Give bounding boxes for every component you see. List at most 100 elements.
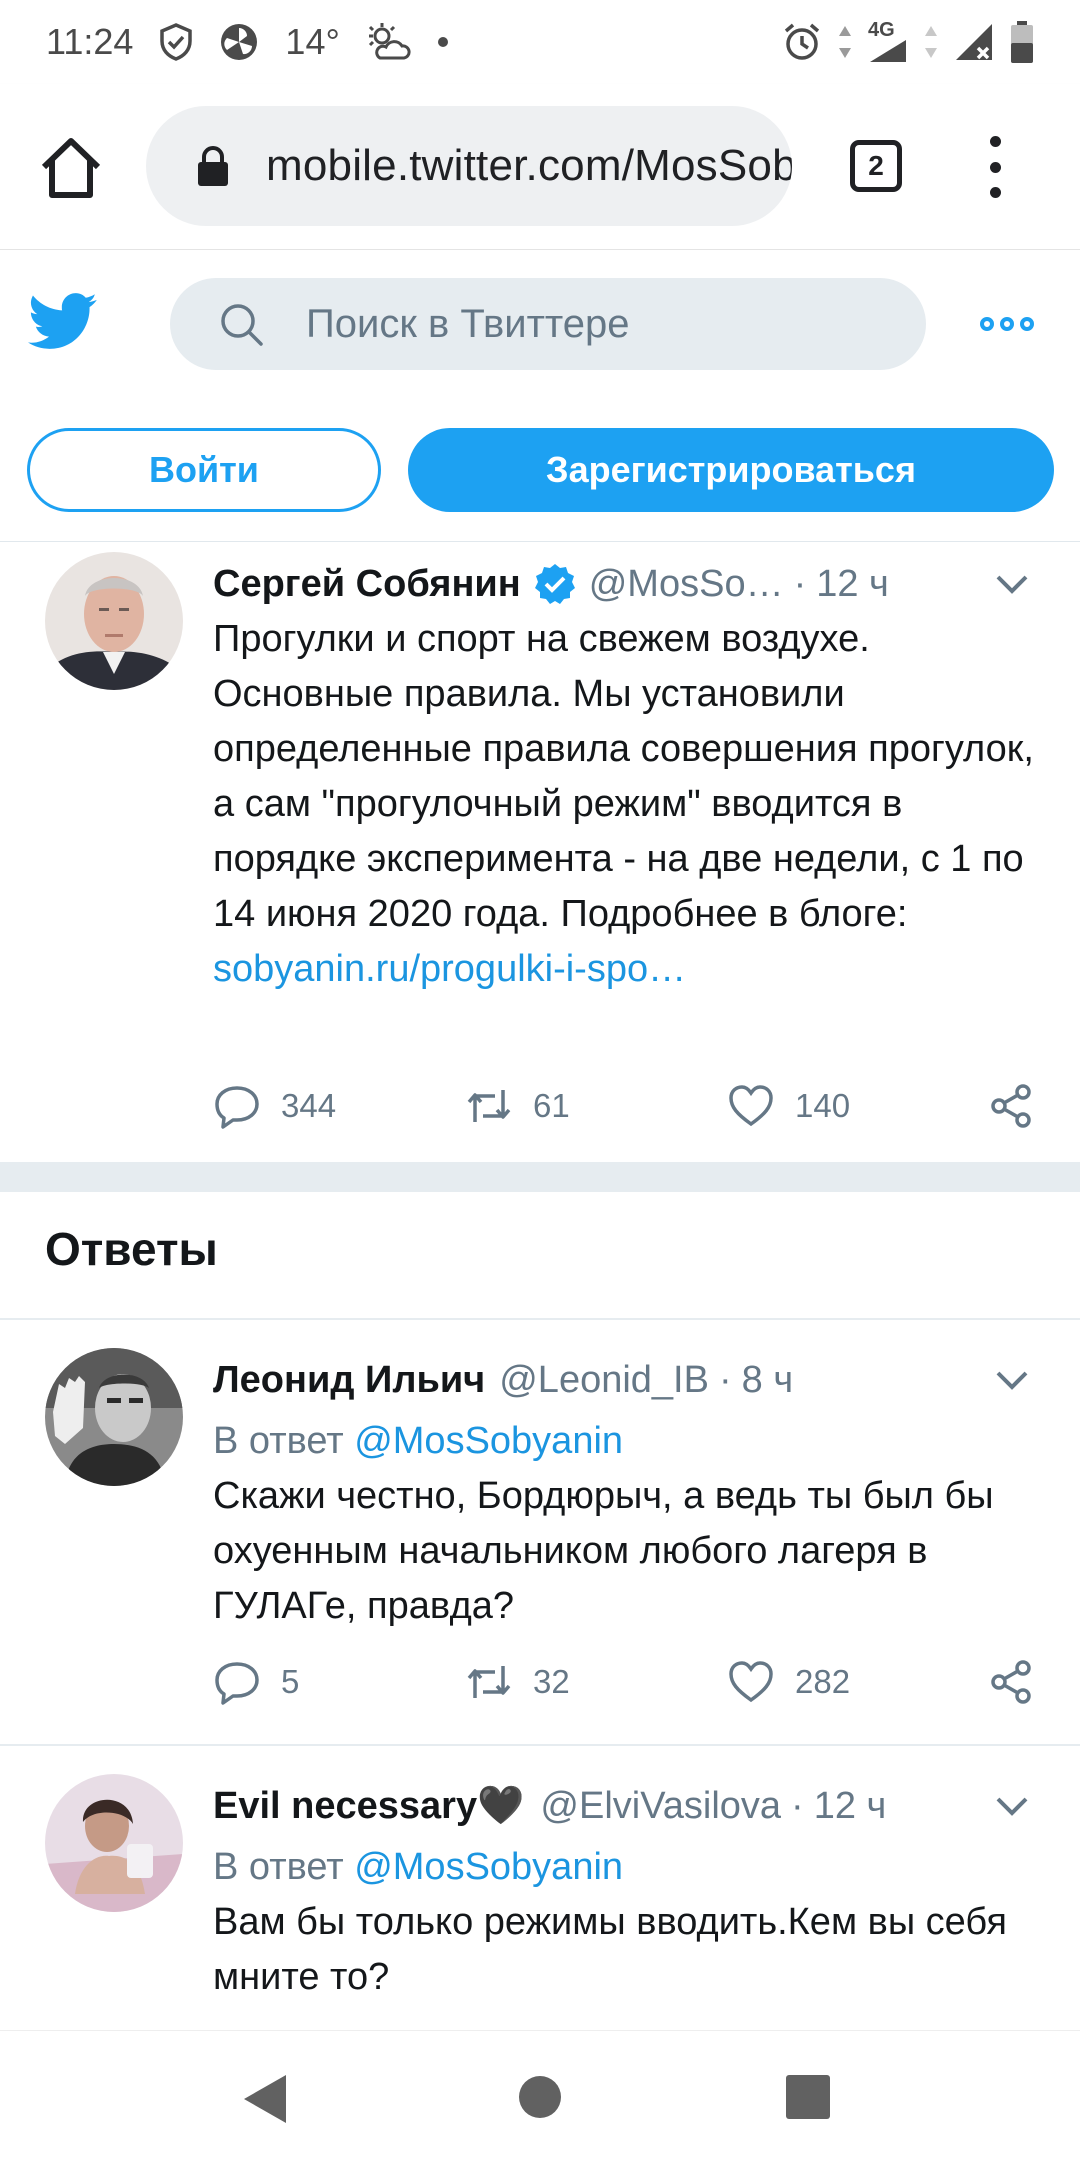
reply-tweet[interactable]: Evil necessary 🖤 @ElviVasilova · 12 ч В … [0, 1774, 1080, 2024]
share-action[interactable] [987, 1658, 1035, 1706]
signup-button[interactable]: Зарегистрироваться [408, 428, 1054, 512]
reply-count: 5 [281, 1663, 300, 1700]
section-divider [0, 1162, 1080, 1192]
chevron-down-icon[interactable] [994, 1794, 1030, 1818]
more-dot-icon [1000, 317, 1014, 331]
like-action[interactable]: 282 [727, 1658, 850, 1706]
like-count: 140 [795, 1087, 851, 1124]
status-bar: 11:24 14° 4G [0, 0, 1080, 84]
author-name[interactable]: Evil necessary [213, 1785, 477, 1828]
black-heart-emoji-icon: 🖤 [477, 1785, 525, 1827]
retweet-action[interactable]: 61 [465, 1082, 570, 1130]
chevron-down-icon[interactable] [994, 572, 1030, 596]
heart-icon [729, 1085, 773, 1127]
tweet-text: Прогулки и спорт на свежем воздухе. Осно… [213, 612, 1040, 997]
reply-tweet[interactable]: Леонид Ильич @Leonid_IB · 8 ч В ответ @M… [0, 1348, 1080, 1748]
tweet-header: Сергей Собянин @MosSo… · 12 ч [213, 556, 1040, 612]
battery-icon [1010, 21, 1034, 63]
menu-dot-icon [989, 161, 1001, 173]
tweet-link[interactable]: sobyanin.ru/progulki-i-spo… [213, 948, 686, 990]
browser-menu-button[interactable] [980, 136, 1010, 198]
address-bar[interactable]: mobile.twitter.com/MosSobyanin [146, 106, 792, 226]
separator-dot: · [791, 1784, 804, 1827]
menu-dot-icon [989, 136, 1001, 147]
avatar[interactable] [45, 552, 183, 690]
author-handle[interactable]: @MosSo… [589, 563, 784, 606]
reply-icon [215, 1662, 259, 1705]
search-placeholder: Поиск в Твиттере [306, 301, 630, 346]
tweet-header: Evil necessary 🖤 @ElviVasilova · 12 ч [213, 1778, 1040, 1834]
notification-dot-icon [437, 37, 448, 47]
share-icon [991, 1084, 1031, 1128]
like-action[interactable]: 140 [727, 1082, 850, 1130]
reply-prefix: В ответ [213, 1846, 355, 1888]
retweet-icon [467, 1666, 511, 1698]
more-dot-icon [1020, 317, 1034, 331]
separator-dot: · [718, 1358, 732, 1401]
tweet-text: Вам бы только режимы вводить.Кем вы себя… [213, 1901, 1007, 1998]
search-icon [221, 304, 263, 346]
avatar[interactable] [45, 1348, 183, 1486]
weather-partly-cloudy-icon [366, 22, 412, 62]
divider [0, 1744, 1080, 1746]
divider [0, 1318, 1080, 1320]
reply-action[interactable]: 5 [213, 1658, 299, 1706]
reply-context: В ответ @MosSobyanin [213, 1840, 1040, 1895]
tweet-content: Леонид Ильич @Leonid_IB · 8 ч В ответ @M… [213, 1352, 1040, 1634]
share-action[interactable] [987, 1082, 1035, 1130]
home-icon [41, 138, 101, 198]
lock-icon [198, 146, 228, 186]
shield-check-icon [159, 23, 193, 61]
main-tweet[interactable]: Сергей Собянин @MosSo… · 12 ч Прогулки и… [0, 552, 1080, 1162]
data-arrows-icon [838, 22, 852, 62]
reply-context: В ответ @MosSobyanin [213, 1414, 1040, 1469]
alarm-icon [782, 22, 822, 62]
tweet-time[interactable]: 12 ч [816, 563, 889, 606]
share-icon [991, 1660, 1031, 1704]
more-dot-icon [980, 317, 994, 331]
twitter-bird-icon[interactable] [28, 292, 98, 352]
twitter-header: Поиск в Твиттере Войти Зарегистрироватьс… [0, 250, 1080, 542]
author-name[interactable]: Леонид Ильич [213, 1359, 485, 1402]
tweet-content: Сергей Собянин @MosSo… · 12 ч Прогулки и… [213, 556, 1040, 997]
cell-signal-4g-icon: 4G [868, 20, 908, 64]
reply-prefix: В ответ [213, 1420, 355, 1462]
recents-square-icon[interactable] [786, 2075, 830, 2119]
reply-mention-link[interactable]: @MosSobyanin [354, 1420, 623, 1462]
fan-icon [219, 22, 259, 62]
browser-toolbar: mobile.twitter.com/MosSobyanin 2 [0, 84, 1080, 250]
avatar[interactable] [45, 1774, 183, 1912]
author-name[interactable]: Сергей Собянин [213, 563, 521, 606]
tweet-header: Леонид Ильич @Leonid_IB · 8 ч [213, 1352, 1040, 1408]
replies-heading: Ответы [45, 1223, 218, 1275]
tweet-actions: 344 61 140 [213, 1082, 1043, 1142]
url-text: mobile.twitter.com/MosSobyanin [266, 141, 792, 190]
more-options-button[interactable] [980, 312, 1040, 336]
tweet-text-body: Прогулки и спорт на свежем воздухе. Осно… [213, 618, 1034, 935]
retweet-count: 32 [533, 1663, 570, 1700]
reply-action[interactable]: 344 [213, 1082, 336, 1130]
login-button[interactable]: Войти [27, 428, 381, 512]
retweet-action[interactable]: 32 [465, 1658, 570, 1706]
author-handle[interactable]: @ElviVasilova [540, 1785, 781, 1828]
android-navigation-bar [0, 2030, 1080, 2160]
tweet-time[interactable]: 8 ч [742, 1359, 794, 1402]
retweet-icon [467, 1090, 511, 1122]
back-triangle-icon[interactable] [242, 2073, 288, 2125]
twitter-search-input[interactable]: Поиск в Твиттере [170, 278, 926, 370]
tweet-actions: 5 32 282 [213, 1658, 1043, 1718]
chevron-down-icon[interactable] [994, 1368, 1030, 1392]
reply-count: 344 [281, 1087, 337, 1124]
retweet-count: 61 [533, 1087, 570, 1124]
verified-badge-icon [534, 564, 575, 604]
home-button[interactable] [38, 135, 104, 201]
tab-switcher-button[interactable]: 2 [850, 140, 902, 192]
cell-signal-no-data-icon [954, 22, 994, 62]
home-circle-icon[interactable] [518, 2075, 562, 2119]
reply-mention-link[interactable]: @MosSobyanin [354, 1846, 623, 1888]
tweet-text: Скажи честно, Бордюрыч, а ведь ты был бы… [213, 1475, 994, 1627]
tweet-time[interactable]: 12 ч [814, 1785, 887, 1828]
author-handle[interactable]: @Leonid_IB [499, 1359, 709, 1402]
tweet-content: Evil necessary 🖤 @ElviVasilova · 12 ч В … [213, 1778, 1040, 2005]
status-time: 11:24 [46, 21, 134, 62]
